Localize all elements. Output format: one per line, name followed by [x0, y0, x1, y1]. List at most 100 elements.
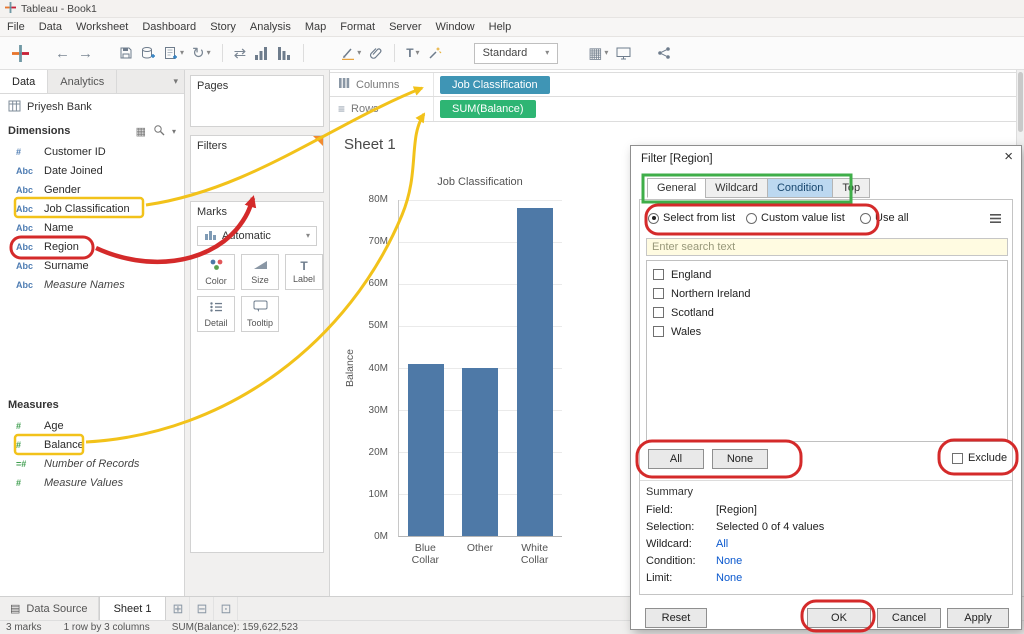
- dimension-gender[interactable]: AbcGender: [0, 180, 184, 199]
- menu-story[interactable]: Story: [203, 21, 243, 33]
- tab-data[interactable]: Data: [0, 70, 48, 93]
- share-icon[interactable]: [653, 41, 675, 65]
- measure-balance[interactable]: #Balance: [0, 435, 184, 454]
- presentation-mode-icon[interactable]: [612, 41, 635, 65]
- marks-label: Marks: [191, 202, 323, 222]
- datasource-item[interactable]: Priyesh Bank: [0, 94, 184, 120]
- measure-number-of-records[interactable]: =#Number of Records: [0, 454, 184, 473]
- radio-select-from-list[interactable]: Select from list: [648, 212, 735, 224]
- summary-link[interactable]: None: [716, 555, 742, 567]
- new-worksheet-icon[interactable]: ⊞: [166, 597, 190, 620]
- tooltip-button[interactable]: Tooltip: [241, 296, 279, 332]
- menu-format[interactable]: Format: [333, 21, 382, 33]
- dimension-name[interactable]: AbcName: [0, 218, 184, 237]
- sort-descending-icon[interactable]: [273, 41, 296, 65]
- exclude-checkbox[interactable]: Exclude: [952, 452, 1007, 464]
- all-button[interactable]: All: [648, 449, 704, 469]
- tab-top[interactable]: Top: [832, 178, 870, 198]
- pill-sum-balance[interactable]: SUM(Balance): [440, 100, 536, 118]
- add-data-icon[interactable]: [137, 41, 160, 65]
- detail-button[interactable]: Detail: [197, 296, 235, 332]
- sort-options-caret-icon[interactable]: ▾: [172, 127, 176, 136]
- apply-button[interactable]: Apply: [947, 608, 1009, 628]
- filter-value-england[interactable]: England: [647, 265, 1007, 284]
- pages-shelf[interactable]: Pages: [190, 75, 324, 127]
- fit-selector[interactable]: Standard▾: [474, 43, 559, 64]
- menu-help[interactable]: Help: [482, 21, 519, 33]
- bar-other[interactable]: [462, 368, 498, 536]
- menu-map[interactable]: Map: [298, 21, 333, 33]
- filters-shelf[interactable]: Filters: [190, 135, 324, 193]
- dimension-measure-names[interactable]: AbcMeasure Names: [0, 275, 184, 294]
- dimension-job-classification[interactable]: AbcJob Classification: [0, 199, 184, 218]
- reset-button[interactable]: Reset: [645, 608, 707, 628]
- checkbox-icon[interactable]: [653, 288, 664, 299]
- summary-link[interactable]: None: [716, 572, 742, 584]
- dimension-date-joined[interactable]: AbcDate Joined: [0, 161, 184, 180]
- label-button[interactable]: T Label: [285, 254, 323, 290]
- cancel-button[interactable]: Cancel: [877, 608, 941, 628]
- radio-custom-value-list[interactable]: Custom value list: [746, 212, 845, 224]
- pill-job-classification[interactable]: Job Classification: [440, 76, 550, 94]
- format-wand-icon[interactable]: [424, 41, 446, 65]
- dimension-region[interactable]: AbcRegion: [0, 237, 184, 256]
- undo-icon[interactable]: ←: [51, 41, 74, 65]
- summary-link[interactable]: All: [716, 538, 728, 550]
- dimension-surname[interactable]: AbcSurname: [0, 256, 184, 275]
- dimension-customer-id[interactable]: #Customer ID: [0, 142, 184, 161]
- radio-use-all[interactable]: Use all: [860, 212, 909, 224]
- bar-white-collar[interactable]: [517, 208, 553, 536]
- menu-worksheet[interactable]: Worksheet: [69, 21, 135, 33]
- scrollbar-thumb[interactable]: [1018, 72, 1023, 132]
- menu-file[interactable]: File: [0, 21, 32, 33]
- mark-type-dropdown[interactable]: Automatic ▾: [197, 226, 317, 246]
- swap-axes-icon[interactable]: ⇄: [230, 41, 251, 65]
- tab-general[interactable]: General: [647, 178, 705, 198]
- measure-measure-values[interactable]: #Measure Values: [0, 473, 184, 492]
- filter-values-list[interactable]: England Northern Ireland Scotland Wales: [646, 260, 1008, 442]
- show-me-icon[interactable]: ▦▾: [584, 41, 612, 65]
- checkbox-icon[interactable]: [653, 269, 664, 280]
- new-worksheet-icon[interactable]: ▾: [160, 41, 188, 65]
- checkbox-icon[interactable]: [952, 453, 963, 464]
- menu-dashboard[interactable]: Dashboard: [135, 21, 203, 33]
- new-dashboard-icon[interactable]: ⊟: [190, 597, 214, 620]
- save-icon[interactable]: [115, 41, 137, 65]
- rows-shelf[interactable]: ≡ Rows SUM(Balance): [330, 97, 1024, 122]
- view-grid-icon[interactable]: ▦: [136, 125, 146, 138]
- tab-condition[interactable]: Condition: [767, 178, 832, 198]
- datasource-tab[interactable]: ▤ Data Source: [0, 597, 99, 620]
- new-story-icon[interactable]: ⊡: [214, 597, 238, 620]
- search-input[interactable]: [646, 238, 1008, 256]
- sort-ascending-icon[interactable]: [250, 41, 273, 65]
- search-icon[interactable]: [153, 124, 165, 139]
- filter-value-wales[interactable]: Wales: [647, 322, 1007, 341]
- paperclip-icon[interactable]: [365, 41, 387, 65]
- none-button[interactable]: None: [712, 449, 768, 469]
- list-options-icon[interactable]: [986, 210, 1004, 226]
- close-icon[interactable]: ×: [1004, 149, 1013, 164]
- redo-icon[interactable]: →: [74, 41, 97, 65]
- bar-blue-collar[interactable]: [408, 364, 444, 536]
- tab-analytics[interactable]: Analytics: [48, 70, 117, 93]
- measure-age[interactable]: #Age: [0, 416, 184, 435]
- menu-window[interactable]: Window: [429, 21, 482, 33]
- columns-shelf[interactable]: Columns Job Classification: [330, 72, 1024, 97]
- size-button[interactable]: Size: [241, 254, 279, 290]
- checkbox-icon[interactable]: [653, 326, 664, 337]
- menu-server[interactable]: Server: [382, 21, 428, 33]
- highlight-icon[interactable]: ▾: [337, 41, 365, 65]
- text-label-icon[interactable]: T▾: [402, 41, 423, 65]
- refresh-icon[interactable]: ↻▾: [188, 41, 215, 65]
- menu-analysis[interactable]: Analysis: [243, 21, 298, 33]
- checkbox-icon[interactable]: [653, 307, 664, 318]
- filter-value-scotland[interactable]: Scotland: [647, 303, 1007, 322]
- tab-wildcard[interactable]: Wildcard: [705, 178, 767, 198]
- ok-button[interactable]: OK: [807, 608, 871, 628]
- tableau-logo-icon[interactable]: [8, 41, 33, 65]
- sheet-tab-sheet1[interactable]: Sheet 1: [99, 597, 167, 620]
- menu-data[interactable]: Data: [32, 21, 69, 33]
- filter-value-northern-ireland[interactable]: Northern Ireland: [647, 284, 1007, 303]
- pane-menu-caret-icon[interactable]: ▾: [167, 70, 184, 93]
- color-button[interactable]: Color: [197, 254, 235, 290]
